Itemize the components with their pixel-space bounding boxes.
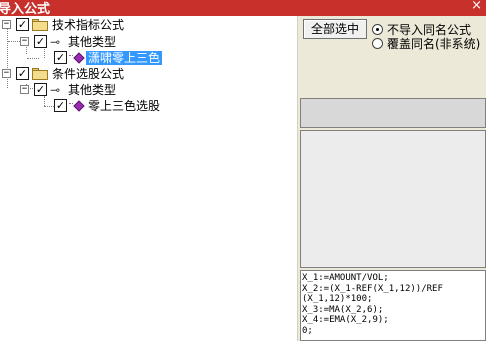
tree-node-label: 零上三色选股 [88,99,161,113]
tree-node-other-types[interactable]: − ✓ ⊸ 其他类型 [0,34,200,50]
tree-node-other-types[interactable]: − ✓ ⊸ 其他类型 [0,82,200,98]
tree-checkbox[interactable]: ✓ [34,35,47,48]
formula-icon [73,52,85,64]
collapse-icon[interactable]: − [20,85,29,94]
radio-overwrite-duplicates[interactable]: 覆盖同名(非系统) [372,37,484,51]
collapse-icon[interactable]: − [20,37,29,46]
key-icon: ⊸ [50,83,61,97]
code-line: 0; [302,325,313,336]
radio-selected-dot [376,28,379,31]
folder-icon [32,68,48,80]
formula-icon [73,100,85,112]
formula-code-view[interactable]: X_1:=AMOUNT/VOL; X_2:=(X_1-REF(X_1,12))/… [300,270,486,341]
window-title: 导入公式 [0,2,51,17]
collapse-icon[interactable]: − [2,20,11,29]
title-bar[interactable]: 导入公式 × [0,0,486,17]
tree-node-label: 其他类型 [68,83,117,97]
tree-node-stock-conditions[interactable]: − ✓ 条件选股公式 [0,66,200,82]
tree-node-label: 技术指标公式 [52,18,125,32]
tree-connector [69,103,73,104]
folder-icon [32,19,48,31]
tree-node-label-selected: 潇啸零上三色 [86,51,163,65]
code-line: (X_1,12)*100; [302,294,373,304]
code-line: X_1:=AMOUNT/VOL; [302,273,389,283]
tree-node-label: 条件选股公式 [52,67,125,81]
tree-node-formula-item[interactable]: ✓ 零上三色选股 [0,98,200,114]
code-line: X_4:=EMA(X_2,9); [302,315,389,325]
code-line: X_2:=(X_1-REF(X_1,12))/REF [302,283,443,294]
radio-button[interactable] [372,24,383,35]
radio-button[interactable] [372,38,383,49]
tree-checkbox[interactable]: ✓ [54,51,67,64]
select-all-button[interactable]: 全部选中 [303,19,367,39]
formula-info-area[interactable] [300,130,486,268]
tree-node-label: 其他类型 [68,35,117,49]
radio-skip-duplicates[interactable]: 不导入同名公式 [372,23,482,37]
tree-node-formula-item[interactable]: ✓ 潇啸零上三色 [0,50,200,66]
tree-node-tech-indicators[interactable]: − ✓ 技术指标公式 [0,17,200,33]
tree-checkbox[interactable]: ✓ [16,67,29,80]
key-icon: ⊸ [50,35,61,49]
description-field[interactable] [300,98,486,128]
tree-checkbox[interactable]: ✓ [34,83,47,96]
radio-label: 不导入同名公式 [387,23,472,37]
formula-tree[interactable]: − ✓ 技术指标公式 − ✓ ⊸ 其他类型 ✓ 潇啸零上三色 − ✓ 条件选股公… [0,16,296,341]
tree-connector [69,55,73,56]
code-line: X_3:=MA(X_2,6); [302,304,384,315]
collapse-icon[interactable]: − [2,69,11,78]
close-icon[interactable]: × [471,0,482,13]
tree-checkbox[interactable]: ✓ [16,18,29,31]
tree-checkbox[interactable]: ✓ [54,99,67,112]
options-panel: 全部选中 不导入同名公式 覆盖同名(非系统) X_1:=AMOUNT/VOL; … [298,16,486,341]
radio-label: 覆盖同名(非系统) [387,37,481,51]
